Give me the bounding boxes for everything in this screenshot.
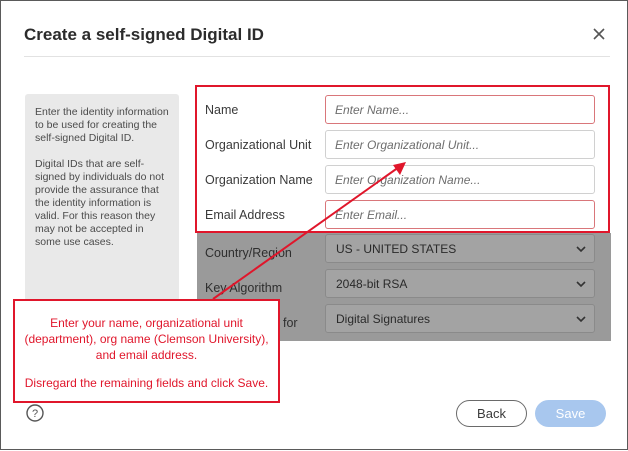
question-icon[interactable]: ? — [26, 404, 44, 422]
callout-line-2: Disregard the remaining fields and click… — [24, 376, 269, 390]
callout-line-1: Enter your name, organizational unit (de… — [24, 316, 269, 362]
svg-text:?: ? — [32, 408, 38, 420]
save-button[interactable]: Save — [535, 400, 606, 427]
instruction-callout: Enter your name, organizational unit (de… — [13, 299, 280, 403]
back-button[interactable]: Back — [456, 400, 527, 427]
create-digital-id-dialog: Create a self-signed Digital ID Enter th… — [0, 0, 628, 450]
